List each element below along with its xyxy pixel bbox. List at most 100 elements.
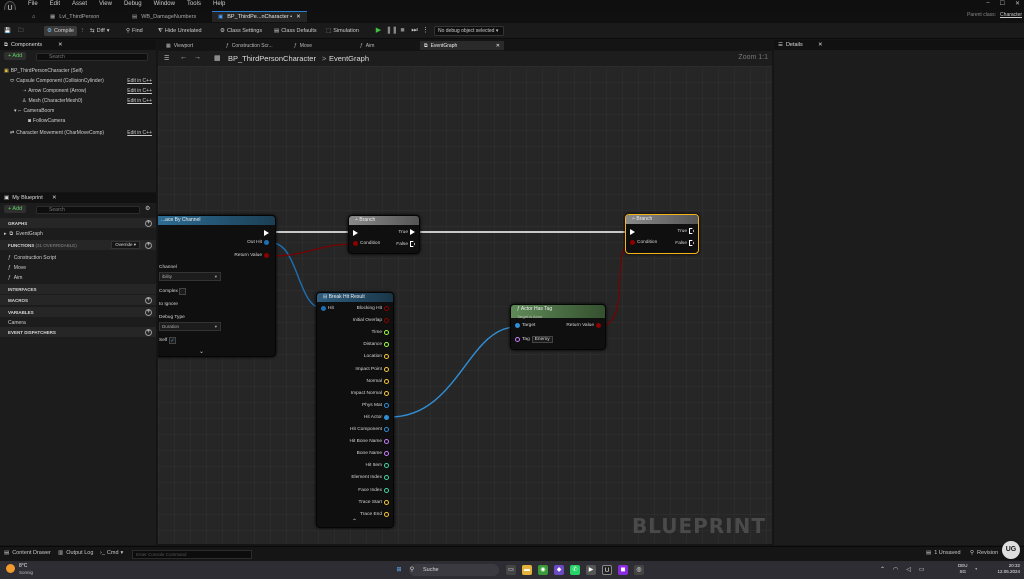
add-graph-icon[interactable]: + bbox=[145, 219, 152, 227]
close-icon[interactable]: ✕ bbox=[1015, 0, 1020, 7]
menu-debug[interactable]: Debug bbox=[124, 1, 142, 7]
interfaces-section[interactable]: INTERFACES bbox=[0, 284, 156, 294]
pin-output[interactable]: Hit Item bbox=[365, 463, 389, 469]
pin-output[interactable]: Location bbox=[364, 354, 389, 360]
find-button[interactable]: ⚲ Find bbox=[126, 26, 143, 36]
breadcrumb-graph[interactable]: EventGraph bbox=[329, 54, 369, 63]
weather-icon[interactable] bbox=[6, 564, 15, 573]
class-settings-button[interactable]: ⚙ Class Settings bbox=[220, 26, 262, 36]
twitch-icon[interactable]: ◼ bbox=[618, 565, 628, 575]
output-log-button[interactable]: ▥ Output Log bbox=[58, 550, 93, 556]
tag-value-input[interactable]: Enemy bbox=[531, 336, 553, 343]
tab-close-icon[interactable]: ✕ bbox=[496, 43, 500, 49]
forward-arrow-icon[interactable]: → bbox=[194, 54, 201, 61]
tab-widget[interactable]: ▤ WB_DamageNumbers bbox=[126, 11, 202, 22]
edit-in-cpp-link[interactable]: Edit in C++ bbox=[127, 130, 152, 136]
compile-options-button[interactable]: ⋮ bbox=[80, 26, 86, 36]
chevron-up-icon[interactable]: ⌃ bbox=[880, 566, 885, 573]
settings-icon[interactable]: ⚙ bbox=[145, 205, 150, 212]
exec-out-pin[interactable] bbox=[264, 230, 269, 236]
add-function-icon[interactable]: + bbox=[145, 241, 152, 249]
tab-blueprint[interactable]: ▣ BP_ThirdPe...nCharacter • ✕ bbox=[212, 11, 307, 22]
clock[interactable]: 20:32 12.05.2024 bbox=[986, 563, 1020, 575]
component-movement[interactable]: ⇄ Character Movement (CharMoveComp) Edit i… bbox=[0, 128, 156, 138]
menu-tools[interactable]: Tools bbox=[187, 1, 201, 7]
simulation-button[interactable]: ⬚ Simulation bbox=[326, 26, 359, 36]
functions-section[interactable]: FUNCTIONS (31 OVERRIDABLE) Override ▾ + bbox=[0, 240, 156, 250]
node-branch-2[interactable]: ⑃ Branch Condition True False bbox=[625, 214, 699, 254]
browse-button[interactable]: 🗀 bbox=[18, 26, 24, 36]
breadcrumb-blueprint[interactable]: BP_ThirdPersonCharacter bbox=[228, 54, 316, 63]
pin-output[interactable]: Phys Mat bbox=[362, 402, 389, 408]
back-arrow-icon[interactable]: ← bbox=[180, 54, 187, 61]
menu-view[interactable]: View bbox=[99, 1, 112, 7]
pin-output[interactable]: Trace End bbox=[360, 511, 389, 517]
component-cameraboom[interactable]: ▾ ⌐ CameraBoom bbox=[0, 106, 156, 116]
pin-output[interactable]: Impact Point bbox=[355, 366, 389, 372]
component-arrow[interactable]: ➝ Arrow Component (Arrow) Edit in C++ bbox=[0, 86, 156, 96]
diff-button[interactable]: ⇆ Diff ▾ bbox=[90, 26, 110, 36]
pin-tag[interactable]: Tag Enemy bbox=[515, 336, 553, 343]
pin-output[interactable]: Hit Actor bbox=[364, 414, 389, 420]
function-item-construction[interactable]: ƒ Construction Script bbox=[8, 253, 56, 262]
windows-start-icon[interactable]: ⊞ bbox=[394, 565, 404, 575]
pin-output[interactable]: Time bbox=[372, 330, 389, 336]
close-icon[interactable]: ✕ bbox=[58, 42, 63, 48]
file-explorer-icon[interactable]: ▬ bbox=[522, 565, 532, 575]
hide-unrelated-button[interactable]: ⧨ Hide Unrelated bbox=[158, 26, 202, 36]
exec-in-pin[interactable] bbox=[353, 230, 358, 236]
battery-icon[interactable]: ▭ bbox=[919, 566, 925, 573]
content-drawer-button[interactable]: ▤ Content Drawer bbox=[4, 550, 51, 556]
pin-hit[interactable]: Hit bbox=[321, 306, 334, 311]
component-root[interactable]: ▣ BP_ThirdPersonCharacter (Self) bbox=[0, 66, 156, 76]
maximize-icon[interactable]: ☐ bbox=[1000, 0, 1005, 7]
trace-channel-dropdown[interactable]: ibility ▾ bbox=[159, 272, 221, 281]
wifi-icon[interactable]: ◔ bbox=[974, 567, 978, 573]
console-command-input[interactable]: Enter Console Command bbox=[132, 550, 252, 559]
exec-in-pin[interactable] bbox=[630, 229, 635, 235]
pin-output[interactable]: Hit Component bbox=[350, 427, 389, 432]
myblueprint-search-input[interactable]: Search bbox=[36, 206, 140, 214]
pin-false[interactable]: False bbox=[396, 241, 415, 247]
pin-output[interactable]: Normal bbox=[367, 378, 389, 384]
complex-checkbox[interactable] bbox=[179, 288, 186, 295]
component-followcamera[interactable]: ◙ FollowCamera bbox=[0, 116, 156, 126]
app-icon[interactable]: ◆ bbox=[554, 565, 564, 575]
pin-output[interactable]: Hit Bone Name bbox=[349, 439, 389, 445]
components-search-input[interactable]: Search bbox=[36, 53, 148, 61]
pin-target[interactable]: Target bbox=[515, 323, 535, 328]
task-view-icon[interactable]: ▭ bbox=[506, 565, 516, 575]
whatsapp-icon[interactable]: ✆ bbox=[570, 565, 580, 575]
graphs-section[interactable]: GRAPHS + bbox=[0, 218, 156, 228]
add-macro-icon[interactable]: + bbox=[145, 296, 152, 304]
taskbar-search[interactable]: Suche bbox=[409, 564, 499, 576]
pin-return-value[interactable]: Return Value bbox=[234, 253, 269, 258]
unreal-taskbar-icon[interactable]: U bbox=[602, 565, 612, 575]
menu-edit[interactable]: Edit bbox=[50, 1, 60, 7]
add-component-button[interactable]: + Add bbox=[4, 52, 27, 60]
graph-canvas[interactable]: ...ace By Channel Out Hit Return Value C… bbox=[158, 66, 772, 544]
save-button[interactable]: 💾 bbox=[4, 26, 11, 36]
dispatchers-section[interactable]: EVENT DISPATCHERS + bbox=[0, 327, 156, 337]
edit-in-cpp-link[interactable]: Edit in C++ bbox=[127, 88, 152, 94]
node-actor-has-tag[interactable]: ƒ Actor Has Tag Target is Actor Target T… bbox=[510, 304, 606, 350]
pin-false[interactable]: False bbox=[675, 240, 694, 246]
component-mesh[interactable]: ♙ Mesh (CharacterMesh0) Edit in C++ bbox=[0, 96, 156, 106]
debug-object-select[interactable]: No debug object selected ▾ bbox=[434, 26, 504, 36]
pin-true[interactable]: True bbox=[398, 229, 415, 235]
tab-close-icon[interactable]: ✕ bbox=[296, 14, 301, 20]
function-item-move[interactable]: ƒ Move bbox=[8, 263, 26, 272]
pin-output[interactable]: Impact Normal bbox=[351, 390, 389, 396]
expand-chevron-icon[interactable]: ⌄ bbox=[199, 348, 204, 355]
pin-output[interactable]: Element Index bbox=[351, 475, 389, 481]
menu-window[interactable]: Window bbox=[154, 1, 175, 7]
node-break-hit-result[interactable]: ⊟ Break Hit Result Hit Blocking Hit Initi… bbox=[316, 292, 394, 528]
unsaved-button[interactable]: ▤ 1 Unsaved bbox=[926, 550, 961, 556]
menu-asset[interactable]: Asset bbox=[72, 1, 87, 7]
tab-eventgraph[interactable]: ⧉ EventGraph ✕ bbox=[420, 41, 504, 50]
pin-output[interactable]: Initial Overlap bbox=[353, 318, 389, 324]
pin-true[interactable]: True bbox=[677, 228, 694, 234]
browser-icon[interactable]: ◉ bbox=[538, 565, 548, 575]
close-icon[interactable]: ✕ bbox=[818, 42, 823, 48]
volume-icon[interactable]: ◁ bbox=[906, 566, 911, 573]
